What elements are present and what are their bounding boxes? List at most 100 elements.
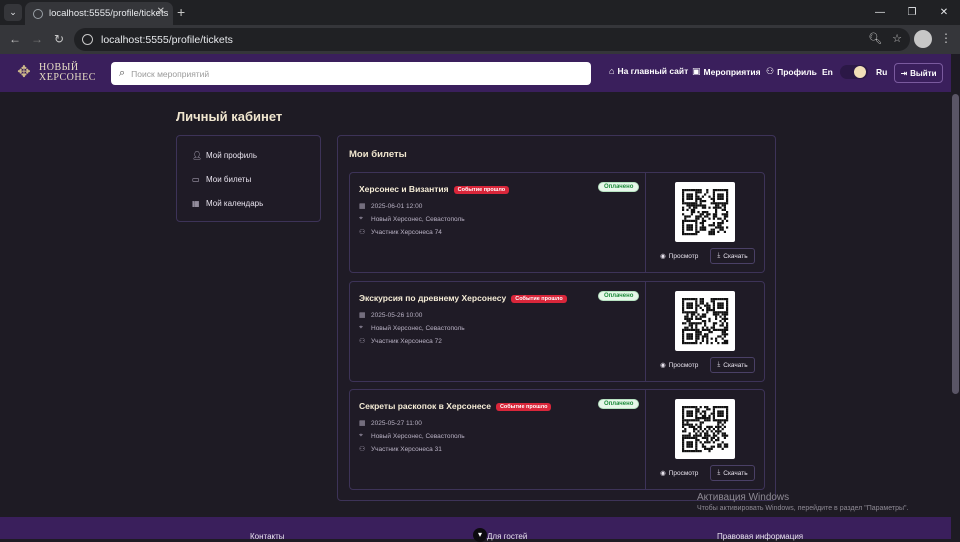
ticket-card: Херсонес и Византия Событие прошло Оплаче… xyxy=(349,172,765,273)
page-scrollbar[interactable] xyxy=(951,92,960,539)
logo-line2: ХЕРСОНЕС xyxy=(39,72,96,83)
lang-en-option[interactable]: En xyxy=(822,67,833,77)
logout-icon: ⇥ xyxy=(900,68,908,78)
qr-pattern xyxy=(682,189,729,236)
ticket-title-text: Секреты раскопок в Херсонесе xyxy=(359,401,491,411)
address-bar: ← → ↻ localhost:5555/profile/tickets 🔍︎ … xyxy=(0,25,960,54)
browser-menu-icon[interactable]: ⋮ xyxy=(940,31,952,45)
calendar-icon: ▣ xyxy=(692,66,701,76)
watermark-text: Чтобы активировать Windows, перейдите в … xyxy=(697,505,909,512)
ticket-datetime: ▦ 2025-05-27 11:00 xyxy=(359,419,422,428)
ticket-title: Экскурсия по древнему Херсонесу Событие п… xyxy=(359,293,567,303)
url-field[interactable]: localhost:5555/profile/tickets 🔍︎ ☆ xyxy=(74,28,910,51)
download-ticket-button[interactable]: ⤓ Скачать xyxy=(710,248,755,264)
ticket-datetime-text: 2025-06-01 12:00 xyxy=(371,202,423,210)
nav-profile-label: Профиль xyxy=(777,66,817,77)
back-button[interactable]: ← xyxy=(6,31,24,49)
user-icon: ⚇ xyxy=(359,229,366,236)
page-title: Личный кабинет xyxy=(176,109,283,124)
ticket-location-text: Новый Херсонес, Севастополь xyxy=(371,215,465,223)
view-ticket-button[interactable]: ◉ Просмотр xyxy=(660,252,699,261)
zoom-icon[interactable]: 🔍︎ xyxy=(868,32,882,45)
nav-profile-link[interactable]: ⚇ Профиль xyxy=(766,66,817,77)
footer-guests[interactable]: Для гостей xyxy=(487,532,527,541)
logout-button[interactable]: ⇥ Выйти xyxy=(894,63,943,83)
scrollbar-thumb[interactable] xyxy=(952,94,959,394)
user-icon: ⚇ xyxy=(359,338,366,345)
ticket-title: Херсонес и Византия Событие прошло xyxy=(359,184,510,194)
ticket-participant-text: Участник Херсонеса 74 xyxy=(371,228,442,236)
tab-search-button[interactable]: ⌄ xyxy=(4,4,22,21)
close-window-button[interactable]: ✕ xyxy=(928,0,960,25)
search-input[interactable] xyxy=(131,68,532,79)
location-pin-icon: ⌖ xyxy=(359,215,363,222)
ticket-datetime-text: 2025-05-27 11:00 xyxy=(371,419,422,427)
status-badge: Оплачено xyxy=(598,182,640,192)
view-ticket-button[interactable]: ◉ Просмотр xyxy=(660,469,699,478)
watermark-title: Активация Windows xyxy=(697,492,790,503)
tab-title: localhost:5555/profile/tickets xyxy=(49,8,169,19)
eye-icon: ◉ xyxy=(660,253,666,260)
view-label: Просмотр xyxy=(668,469,699,477)
download-label: Скачать xyxy=(723,361,748,369)
calendar-icon: ▦ xyxy=(359,312,366,319)
eye-icon: ◉ xyxy=(660,362,666,369)
past-event-badge: Событие прошло xyxy=(511,295,567,303)
forward-button[interactable]: → xyxy=(28,31,46,49)
download-ticket-button[interactable]: ⤓ Скачать xyxy=(710,357,755,373)
nav-home-label: На главный сайт xyxy=(617,66,689,76)
minimize-button[interactable]: — xyxy=(864,0,896,25)
new-tab-button[interactable]: + xyxy=(177,4,185,21)
location-pin-icon: ⌖ xyxy=(359,432,363,439)
search-box[interactable]: ⌕ xyxy=(111,62,591,85)
sidebar-item-label: Мой календарь xyxy=(206,199,264,208)
nav-home-link[interactable]: ⌂ На главный сайт xyxy=(609,66,688,76)
view-label: Просмотр xyxy=(668,252,699,260)
site-info-icon[interactable] xyxy=(82,34,93,45)
ticket-card: Экскурсия по древнему Херсонесу Событие п… xyxy=(349,281,765,382)
browser-profile-avatar[interactable] xyxy=(914,30,932,48)
view-ticket-button[interactable]: ◉ Просмотр xyxy=(660,361,699,370)
nav-events-link[interactable]: ▣ Мероприятия xyxy=(692,66,761,77)
ticket-datetime: ▦ 2025-05-26 10:00 xyxy=(359,311,423,320)
sidebar-item-profile[interactable]: 👤︎ Мой профиль xyxy=(192,151,257,160)
qr-code xyxy=(675,182,735,242)
site-logo[interactable]: ✥ НОВЫЙ ХЕРСОНЕС xyxy=(14,63,96,83)
download-label: Скачать xyxy=(723,252,748,260)
footer-contacts[interactable]: Контакты xyxy=(250,532,285,541)
ticket-location-text: Новый Херсонес, Севастополь xyxy=(371,432,465,440)
download-icon: ⤓ xyxy=(717,252,721,259)
reload-button[interactable]: ↻ xyxy=(50,31,68,49)
download-ticket-button[interactable]: ⤓ Скачать xyxy=(710,465,755,481)
calendar-icon: ▦ xyxy=(192,199,200,208)
calendar-icon: ▦ xyxy=(359,420,366,427)
logout-label: Выйти xyxy=(910,68,937,78)
sidebar-item-calendar[interactable]: ▦ Мой календарь xyxy=(192,199,263,208)
ticket-divider xyxy=(645,173,646,272)
view-label: Просмотр xyxy=(668,361,699,369)
sidebar-item-tickets[interactable]: ▭ Мои билеты xyxy=(192,175,251,184)
close-icon[interactable]: ✕ xyxy=(157,6,165,17)
calendar-icon: ▦ xyxy=(359,203,366,210)
download-icon: ⤓ xyxy=(717,469,721,476)
footer-legal[interactable]: Правовая информация xyxy=(717,532,803,541)
url-text: localhost:5555/profile/tickets xyxy=(101,33,233,46)
ticket-location: ⌖ Новый Херсонес, Севастополь xyxy=(359,432,465,440)
ticket-participant-text: Участник Херсонеса 72 xyxy=(371,337,442,345)
scroll-down-button[interactable]: ▾ xyxy=(473,528,487,542)
ticket-icon: ▭ xyxy=(192,175,200,184)
window-controls: — ❐ ✕ xyxy=(864,0,960,25)
ticket-card: Секреты раскопок в Херсонесе Событие прош… xyxy=(349,389,765,490)
language-toggle[interactable] xyxy=(840,65,868,79)
browser-tab[interactable]: localhost:5555/profile/tickets ✕ xyxy=(25,2,173,25)
download-label: Скачать xyxy=(723,469,748,477)
bookmark-star-icon[interactable]: ☆ xyxy=(892,32,902,45)
lang-ru-option[interactable]: Ru xyxy=(876,67,887,77)
nav-events-label: Мероприятия xyxy=(703,66,761,77)
logo-emblem-icon: ✥ xyxy=(17,64,31,81)
ticket-datetime-text: 2025-05-26 10:00 xyxy=(371,311,423,319)
qr-pattern xyxy=(682,298,729,345)
maximize-button[interactable]: ❐ xyxy=(896,0,928,25)
ticket-participant: ⚇ Участник Херсонеса 72 xyxy=(359,337,442,346)
qr-code xyxy=(675,399,735,459)
